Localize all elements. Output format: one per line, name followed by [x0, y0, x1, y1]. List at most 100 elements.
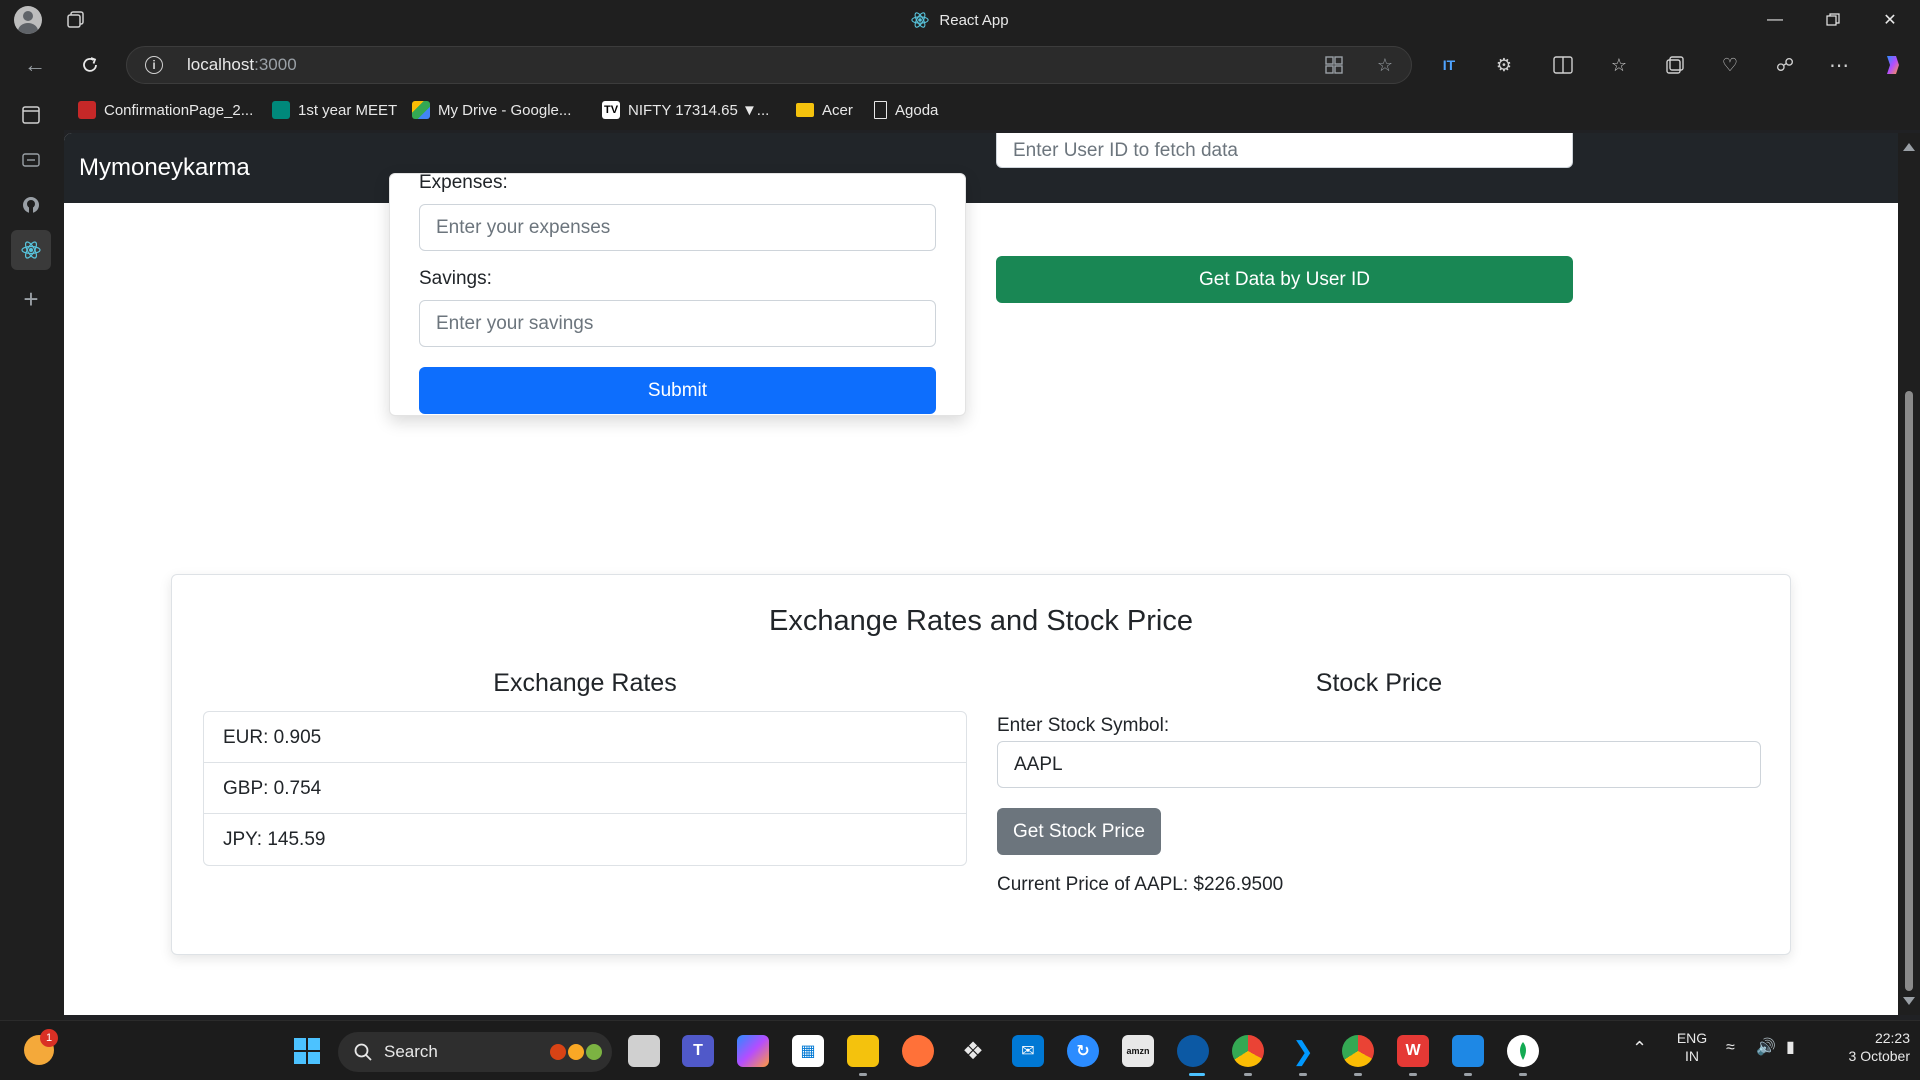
app-navbar: Mymoneykarma [64, 133, 1898, 203]
bookmark-meet[interactable]: 1st year MEET [272, 98, 397, 122]
react-app-sidebar-icon[interactable] [11, 230, 51, 270]
task-view-icon[interactable] [628, 1035, 660, 1067]
running-indicator [1519, 1073, 1527, 1076]
folder-icon [796, 103, 814, 117]
language-indicator[interactable]: ENG IN [1672, 1029, 1712, 1065]
reload-icon[interactable] [75, 50, 105, 80]
scroll-up-icon[interactable] [1903, 143, 1915, 151]
dropbox-icon[interactable]: ❖ [957, 1035, 989, 1067]
battery-icon[interactable]: ▮ [1786, 1039, 1795, 1057]
split-screen-icon[interactable] [1550, 52, 1576, 78]
amazon-icon[interactable]: amzn [1122, 1035, 1154, 1067]
scroll-thumb[interactable] [1905, 391, 1913, 991]
copilot-share-icon[interactable]: ☍ [1772, 52, 1798, 78]
bookmark-confirmation-page[interactable]: ConfirmationPage_2... [78, 98, 253, 122]
user-id-input[interactable]: Enter User ID to fetch data [996, 133, 1573, 168]
bookmark-label: My Drive - Google... [438, 101, 572, 119]
window-title-text: React App [939, 11, 1009, 29]
bookmark-acer[interactable]: Acer [796, 98, 853, 122]
bookmark-label: 1st year MEET [298, 101, 398, 119]
show-hidden-icons-icon[interactable]: ⌃ [1632, 1039, 1647, 1057]
copilot-icon[interactable] [1880, 52, 1906, 78]
site-info-icon[interactable]: i [145, 56, 163, 74]
notification-badge: 1 [40, 1029, 58, 1047]
file-explorer-icon[interactable] [847, 1035, 879, 1067]
react-logo-icon [911, 12, 930, 28]
region-text: IN [1685, 1048, 1699, 1064]
collections-icon[interactable] [1662, 52, 1688, 78]
vertical-tabs-icon[interactable] [18, 102, 44, 128]
windows-taskbar: 1 Search T ▦ ❖ ✉ ↻ amzn ❯ W ⌃ ENG IN ≈ 🔊… [0, 1020, 1920, 1080]
clock-time: 22:23 [1874, 1030, 1910, 1046]
chrome-icon[interactable] [1342, 1035, 1374, 1067]
url-text[interactable]: localhost:3000 [187, 47, 297, 83]
mail-icon[interactable]: ✉ [1012, 1035, 1044, 1067]
language-text: ENG [1676, 1030, 1708, 1046]
translate-extension-icon[interactable]: IT [1436, 52, 1462, 78]
page-scrollbar[interactable] [1898, 133, 1920, 1015]
browser-essentials-icon[interactable]: ♡ [1717, 52, 1743, 78]
submit-button[interactable]: Submit [419, 367, 936, 414]
exchange-rates-title: Exchange Rates [493, 669, 677, 697]
brand-name[interactable]: Mymoneykarma [79, 133, 250, 203]
windows-start-icon[interactable] [291, 1035, 323, 1067]
wifi-icon[interactable]: ≈ [1726, 1039, 1735, 1057]
bookmark-agoda[interactable]: Agoda [874, 98, 938, 122]
savings-input[interactable]: Enter your savings [419, 300, 936, 347]
expenses-input[interactable]: Enter your expenses [419, 204, 936, 251]
workspace-icon[interactable] [18, 147, 44, 173]
list-item: GBP: 0.754 [204, 763, 966, 814]
microsoft-store-icon[interactable]: ▦ [792, 1035, 824, 1067]
get-stock-price-button[interactable]: Get Stock Price [997, 808, 1161, 855]
minimize-button[interactable]: — [1747, 0, 1803, 40]
volume-icon[interactable]: 🔊 [1756, 1039, 1776, 1057]
tab-actions-icon[interactable] [66, 10, 86, 30]
get-data-button[interactable]: Get Data by User ID [996, 256, 1573, 303]
taskbar-search[interactable]: Search [338, 1032, 612, 1072]
scroll-down-icon[interactable] [1903, 997, 1915, 1005]
meet-icon [272, 101, 290, 119]
bookmark-nifty[interactable]: TV NIFTY 17314.65 ▼... [602, 98, 769, 122]
running-indicator [1409, 1073, 1417, 1076]
vscode-icon[interactable]: ❯ [1287, 1035, 1319, 1067]
mongodb-compass-icon[interactable] [1507, 1035, 1539, 1067]
restore-button[interactable] [1805, 0, 1861, 40]
chrome-profile-icon[interactable] [1232, 1035, 1264, 1067]
wps-office-icon[interactable]: W [1397, 1035, 1429, 1067]
copilot-taskbar-icon[interactable] [737, 1035, 769, 1067]
close-button[interactable]: ✕ [1862, 0, 1918, 40]
bookmark-label: NIFTY 17314.65 ▼... [628, 101, 770, 119]
add-icon[interactable]: + [18, 284, 44, 314]
savings-label: Savings: [419, 268, 492, 289]
extensions-icon[interactable]: ⚙ [1491, 52, 1517, 78]
more-menu-icon[interactable]: ⋯ [1826, 52, 1852, 78]
pdf-icon [78, 101, 96, 119]
rates-stock-card: Exchange Rates and Stock Price Exchange … [171, 574, 1791, 955]
running-indicator [859, 1073, 867, 1076]
back-arrow-icon[interactable]: ← [20, 50, 50, 80]
photos-icon[interactable] [1452, 1035, 1484, 1067]
github-icon[interactable] [18, 192, 44, 218]
firefox-icon[interactable] [902, 1035, 934, 1067]
section-title: Exchange Rates and Stock Price [769, 605, 1193, 637]
profile-avatar-icon[interactable] [14, 6, 42, 34]
window-title: React App [0, 0, 1920, 40]
list-item: EUR: 0.905 [204, 712, 966, 763]
app-available-icon[interactable] [1323, 54, 1345, 76]
bookmark-my-drive[interactable]: My Drive - Google... [412, 98, 571, 122]
stock-price-title: Stock Price [1315, 669, 1443, 697]
sync-app-icon[interactable]: ↻ [1067, 1035, 1099, 1067]
active-indicator [1189, 1073, 1205, 1076]
edge-icon[interactable] [1177, 1035, 1209, 1067]
restore-icon [1826, 13, 1840, 26]
favorite-star-icon[interactable]: ☆ [1374, 54, 1396, 76]
stock-symbol-input[interactable]: AAPL [997, 741, 1761, 788]
teams-icon[interactable]: T [682, 1035, 714, 1067]
search-label: Search [384, 1042, 438, 1061]
clock[interactable]: 22:23 3 October [1820, 1029, 1910, 1065]
expenses-label: Expenses: [419, 172, 508, 193]
favorites-icon[interactable]: ☆ [1606, 52, 1632, 78]
address-bar[interactable]: i localhost:3000 ☆ [126, 46, 1412, 84]
stock-symbol-label: Enter Stock Symbol: [997, 715, 1170, 736]
page-icon [874, 101, 887, 119]
